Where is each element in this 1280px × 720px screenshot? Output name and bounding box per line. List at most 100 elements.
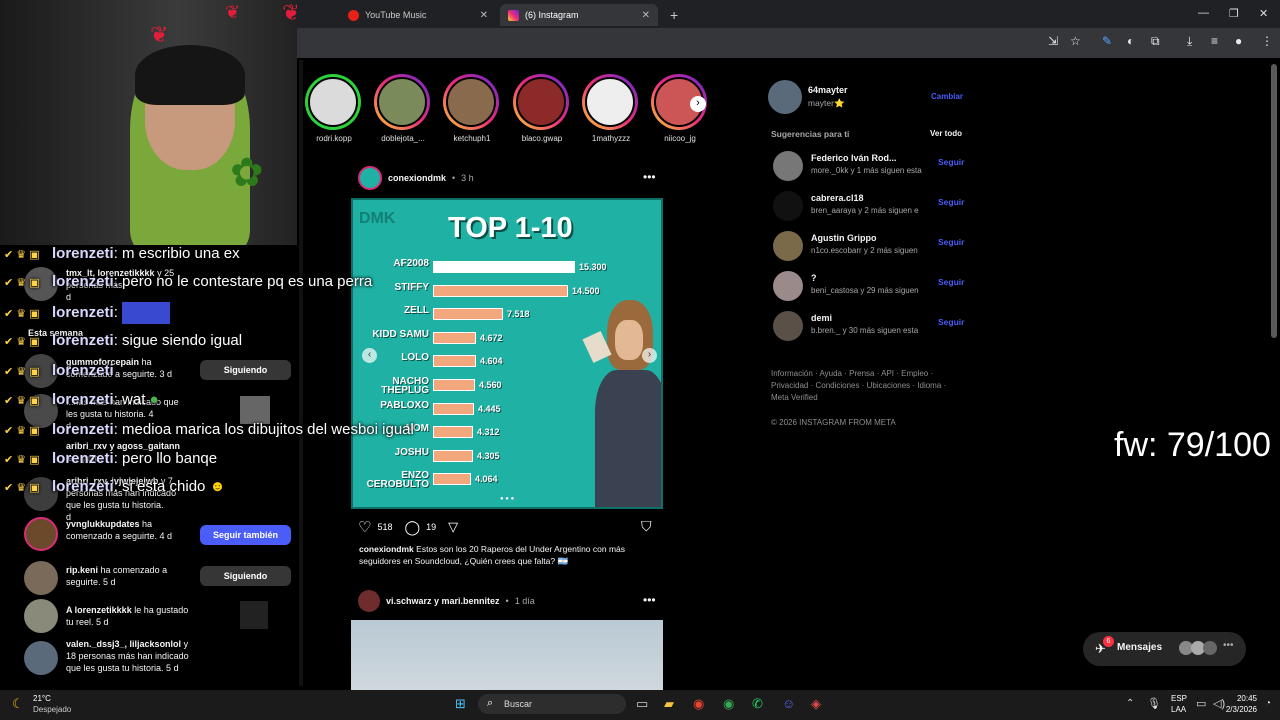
follow-button[interactable]: Seguir <box>938 277 964 287</box>
microphone-icon[interactable]: 🎙 <box>1147 697 1161 710</box>
avatar[interactable] <box>773 191 803 221</box>
post-image[interactable]: DMK TOP 1-10 AF2008 15.300 STIFFY 14.500 ZEL… <box>351 198 663 509</box>
chat-badges-icon: ✔ ♛ ▣ <box>4 307 40 320</box>
start-icon[interactable]: ⊞ <box>455 696 466 712</box>
follow-button[interactable]: Seguir <box>938 237 964 247</box>
story-item[interactable]: doblejota_... <box>374 74 432 143</box>
chat-message: ✔ ♛ ▣ lorenzeti: si esta chido ☻ <box>4 478 226 495</box>
story-item[interactable]: rodri.kopp <box>305 74 363 143</box>
feed-scrollbar[interactable] <box>299 60 303 686</box>
stories-next-icon[interactable]: › <box>690 96 706 112</box>
chat-message: ✔ ♛ ▣ lorenzeti: pero no le contestare pq… <box>4 273 373 290</box>
more-options-icon[interactable]: ••• <box>643 593 656 607</box>
whatsapp-icon[interactable]: ✆ <box>752 696 763 712</box>
menu-icon[interactable]: ⋮ <box>1261 34 1273 48</box>
comment-count: 19 <box>426 522 437 532</box>
post-caption: conexiondmk Estos son los 20 Raperos del… <box>359 544 626 566</box>
post-header: conexiondmk • 3 h <box>358 166 474 190</box>
install-icon[interactable]: ⇲ <box>1048 34 1058 48</box>
rank-label: JOSHU <box>394 446 429 458</box>
chrome-active-icon[interactable]: ◉ <box>723 696 734 712</box>
rank-value: 7.518 <box>507 309 530 320</box>
close-icon[interactable]: ✕ <box>642 10 650 21</box>
avatar[interactable] <box>358 166 382 190</box>
network-icon[interactable]: ▭ <box>1196 697 1206 710</box>
carousel-next-icon[interactable]: › <box>642 348 657 363</box>
clock-time[interactable]: 20:45 <box>1219 694 1257 703</box>
following-button[interactable]: Siguiendo <box>200 566 291 586</box>
rank-value: 4.064 <box>475 474 498 485</box>
avatar <box>377 77 427 127</box>
comment-icon[interactable]: ◯ <box>404 519 420 536</box>
story-item[interactable]: blaco.gwap <box>513 74 571 143</box>
restore-icon[interactable]: ❐ <box>1229 7 1239 20</box>
post-image[interactable] <box>351 620 663 690</box>
follow-back-button[interactable]: Seguir también <box>200 525 291 545</box>
reading-list-icon[interactable]: ≡ <box>1211 34 1218 48</box>
avatar[interactable] <box>358 590 380 612</box>
more-options-icon[interactable]: ••• <box>643 170 656 184</box>
discord-icon[interactable]: ☺ <box>782 696 795 711</box>
minimize-icon[interactable]: — <box>1198 7 1209 19</box>
story-item[interactable]: ketchuph1 <box>443 74 501 143</box>
profile-icon[interactable]: ● <box>1235 34 1242 48</box>
like-icon[interactable]: ♡ <box>358 518 371 536</box>
extensions-icon[interactable]: ⧉ <box>1151 34 1160 49</box>
suggestion-item: Agustin Grippo n1co.escobarr y 2 más sig… <box>771 231 971 261</box>
notifications-icon[interactable]: ◔ <box>1265 698 1271 709</box>
footer-links[interactable]: Privacidad · Condiciones · Ubicaciones ·… <box>771 381 946 390</box>
rank-bar <box>433 473 471 486</box>
suggestion-item: ? beni_castosa y 29 más siguen Seguir <box>771 271 971 301</box>
language-indicator[interactable]: ESP <box>1171 694 1187 703</box>
tab-instagram[interactable]: (6) Instagram ✕ <box>500 4 658 26</box>
rank-label: ENZO CEROBULTO <box>366 470 429 491</box>
avatar <box>24 599 58 633</box>
share-icon[interactable]: ▽ <box>448 519 458 535</box>
extension-translate-icon[interactable]: ✎ <box>1102 34 1112 48</box>
footer-links[interactable]: Meta Verified <box>771 393 818 402</box>
dark-mode-icon[interactable]: ◐ <box>1127 34 1134 48</box>
task-view-icon[interactable]: ▭ <box>636 696 648 712</box>
rank-bar <box>433 331 476 344</box>
rank-label: KIDD SAMU <box>372 328 429 340</box>
post-author[interactable]: conexiondmk <box>388 173 446 183</box>
avatar[interactable] <box>773 151 803 181</box>
post-author[interactable]: vi.schwarz y mari.bennitez <box>386 596 500 606</box>
avatar[interactable] <box>773 311 803 341</box>
profile-username[interactable]: 64mayter <box>808 85 848 95</box>
avatar[interactable] <box>773 231 803 261</box>
close-window-icon[interactable]: ✕ <box>1259 7 1268 20</box>
follow-button[interactable]: Seguir <box>938 317 964 327</box>
instagram-icon <box>508 9 519 21</box>
story-item[interactable]: 1mathyzzz <box>582 74 640 143</box>
profile-name: mayter⭐ <box>808 98 845 108</box>
download-icon[interactable]: ⤓ <box>1187 34 1192 49</box>
file-explorer-icon[interactable]: ▰ <box>664 696 674 712</box>
dmk-logo: DMK <box>359 210 396 227</box>
new-tab-button[interactable]: + <box>662 4 682 26</box>
tab-youtube-music[interactable]: YouTube Music ✕ <box>340 4 496 26</box>
chrome-icon[interactable]: ◉ <box>693 696 704 712</box>
tray-chevron-icon[interactable]: ⌃ <box>1126 698 1134 709</box>
follow-button[interactable]: Seguir <box>938 157 964 167</box>
more-icon: ••• <box>1223 640 1234 651</box>
carousel-dots: ● ● ● <box>500 496 515 502</box>
save-icon[interactable]: ⛉ <box>641 518 652 535</box>
avatar[interactable] <box>773 271 803 301</box>
rank-value: 15.300 <box>579 262 607 272</box>
follow-button[interactable]: Seguir <box>938 197 964 207</box>
switch-account-link[interactable]: Cambiar <box>931 92 963 101</box>
close-icon[interactable]: ✕ <box>480 10 488 21</box>
see-all-link[interactable]: Ver todo <box>930 129 962 138</box>
app-icon[interactable]: ◈ <box>811 696 821 712</box>
messages-button[interactable]: ✈ 6 Mensajes ••• <box>1083 632 1246 666</box>
taskbar-search[interactable]: ⌕ Buscar <box>478 694 626 714</box>
weather-icon[interactable]: ☾ <box>12 696 24 712</box>
following-button[interactable]: Siguiendo <box>200 360 291 380</box>
carousel-prev-icon[interactable]: ‹ <box>362 348 377 363</box>
footer-links[interactable]: Información · Ayuda · Prensa · API · Emp… <box>771 369 933 378</box>
bookmark-star-icon[interactable]: ☆ <box>1070 34 1081 48</box>
avatar[interactable] <box>768 80 802 114</box>
page-scrollbar-thumb[interactable] <box>1271 64 1277 338</box>
rank-value: 4.604 <box>480 356 503 367</box>
